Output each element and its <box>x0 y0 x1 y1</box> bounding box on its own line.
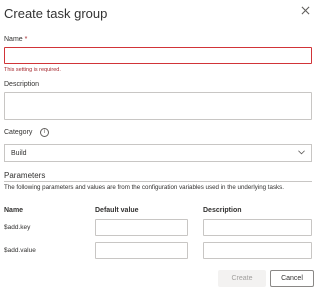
description-input[interactable] <box>203 219 312 236</box>
description-textarea[interactable] <box>4 92 312 120</box>
name-error-message: This setting is required. <box>4 67 61 73</box>
info-icon[interactable]: i <box>40 128 49 137</box>
close-icon[interactable] <box>298 3 312 17</box>
default-value-input[interactable] <box>95 219 188 236</box>
name-label-text: Name <box>4 36 23 43</box>
section-divider <box>4 181 312 182</box>
required-mark: * <box>24 36 28 43</box>
dialog-title: Create task group <box>4 6 108 21</box>
column-header-name: Name <box>4 207 24 214</box>
create-task-group-dialog: Create task group Name * This setting is… <box>0 0 320 292</box>
parameter-name: $add.value <box>4 247 36 254</box>
create-button[interactable]: Create <box>218 270 266 287</box>
parameter-name: $add.key <box>4 224 31 231</box>
name-input[interactable] <box>4 47 312 64</box>
description-label: Description <box>4 81 40 88</box>
name-label: Name * <box>4 36 27 43</box>
column-header-default-value: Default value <box>95 207 139 214</box>
parameters-title: Parameters <box>4 171 46 180</box>
cancel-button[interactable]: Cancel <box>270 270 314 287</box>
column-header-description: Description <box>203 207 242 214</box>
category-select[interactable]: Build <box>4 144 312 162</box>
chevron-down-icon <box>298 149 305 157</box>
parameters-description: The following parameters and values are … <box>4 184 284 191</box>
category-selected-value: Build <box>11 149 27 157</box>
default-value-input[interactable] <box>95 242 188 259</box>
category-label: Category <box>4 129 33 136</box>
description-input[interactable] <box>203 242 312 259</box>
